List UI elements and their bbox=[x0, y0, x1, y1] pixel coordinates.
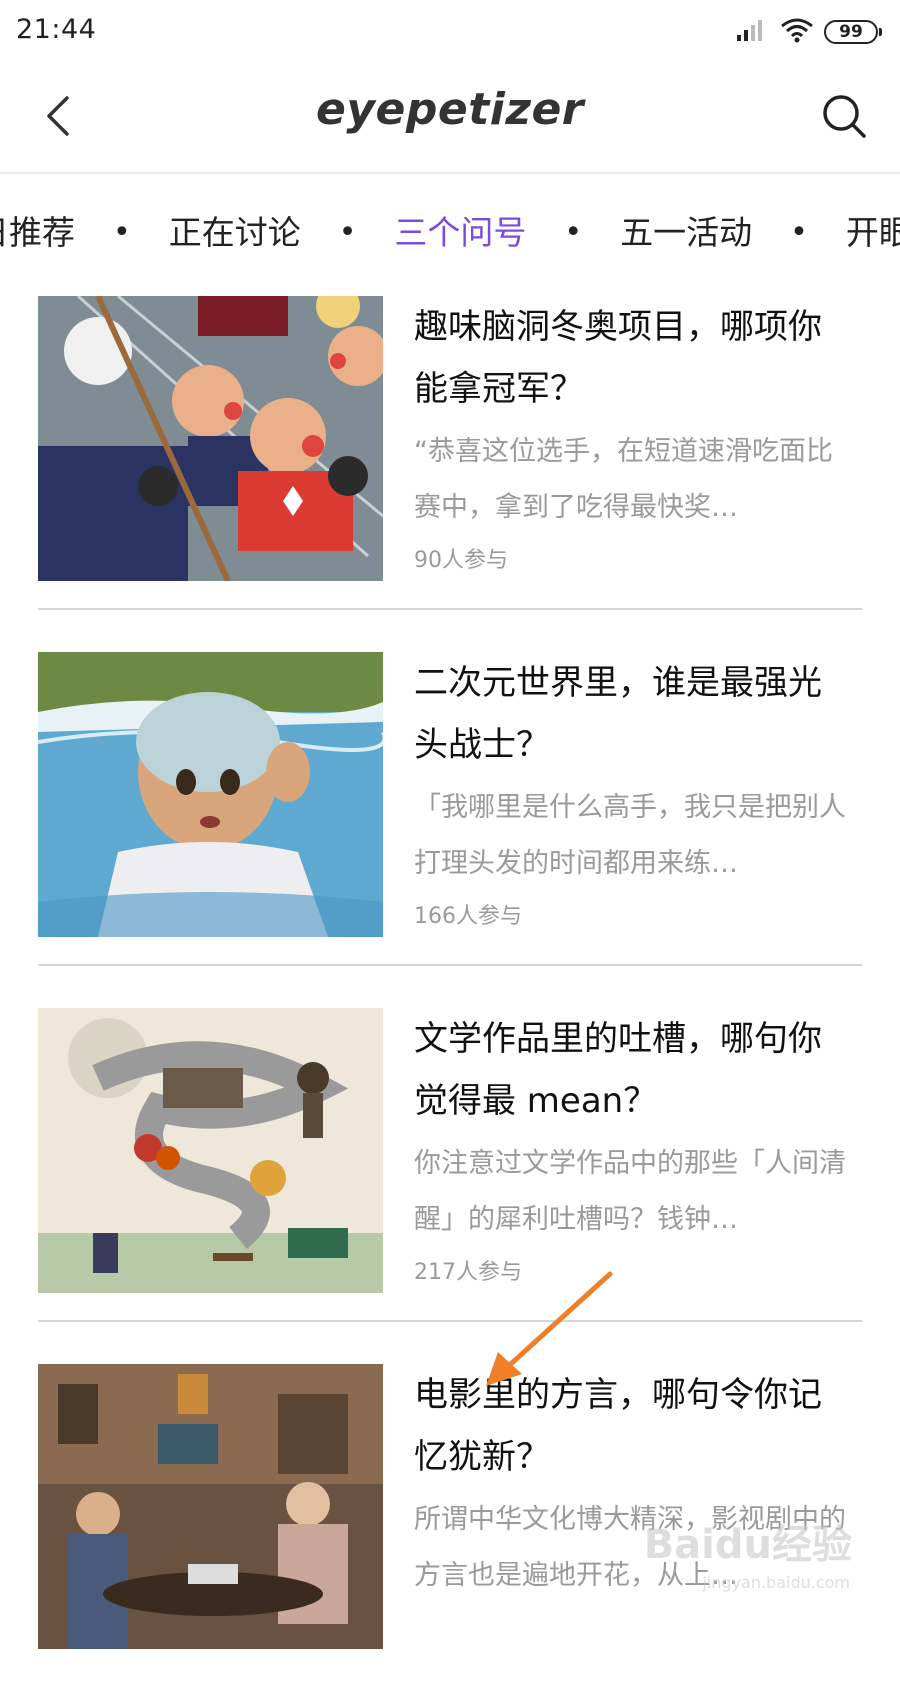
tab-separator: • bbox=[790, 215, 808, 250]
participant-count: 166人参与 bbox=[414, 904, 522, 929]
signal-icon bbox=[736, 17, 770, 47]
annotation-arrow-icon bbox=[486, 1271, 613, 1386]
search-icon bbox=[823, 95, 866, 138]
tab-separator: • bbox=[113, 215, 131, 250]
list-item[interactable]: 二次元世界里，谁是最强光头战士？ 「我哪里是什么高手，我只是把别人打理头发的时间… bbox=[38, 652, 862, 972]
tab-may-day[interactable]: 五一活动 bbox=[620, 208, 752, 258]
thumbnail-monk bbox=[38, 652, 383, 937]
app-logo: eyepetizer bbox=[316, 84, 584, 135]
divider bbox=[38, 964, 862, 966]
thumbnail-literature bbox=[38, 1008, 383, 1293]
item-description: “恭喜这位选手，在短道速滑吃面比赛中，拿到了吃得最快奖… bbox=[414, 436, 833, 523]
divider bbox=[38, 1320, 862, 1322]
item-title: 趣味脑洞冬奥项目，哪项你能拿冠军？ bbox=[414, 307, 822, 409]
participant-count: 90人参与 bbox=[414, 548, 508, 573]
search-button[interactable] bbox=[816, 88, 872, 144]
status-icons: 99 bbox=[736, 14, 882, 50]
status-time: 21:44 bbox=[16, 14, 97, 45]
item-title: 文学作品里的吐槽，哪句你觉得最 mean？ bbox=[414, 1019, 822, 1121]
thumbnail-dialect bbox=[38, 1364, 383, 1649]
status-bar: 21:44 99 bbox=[0, 0, 900, 62]
divider bbox=[38, 608, 862, 610]
tab-discussing[interactable]: 正在讨论 bbox=[169, 208, 301, 258]
item-description: 你注意过文学作品中的那些「人间清醒」的犀利吐槽吗？钱钟… bbox=[414, 1148, 846, 1235]
battery-icon: 99 bbox=[824, 20, 882, 44]
tab-separator: • bbox=[564, 215, 583, 250]
tabs-track: 日推荐 • 正在讨论 • 三个问号 • 五一活动 • 开眼 bbox=[0, 208, 900, 258]
list-item[interactable]: 文学作品里的吐槽，哪句你觉得最 mean？ 你注意过文学作品中的那些「人间清醒」… bbox=[38, 1008, 862, 1328]
thumbnail-olympics bbox=[38, 296, 383, 581]
item-description: 「我哪里是什么高手，我只是把别人打理头发的时间都用来练… bbox=[414, 792, 846, 879]
item-description: 所谓中华文化博大精深，影视剧中的方言也是遍地开花，从上… bbox=[414, 1504, 846, 1591]
item-title: 二次元世界里，谁是最强光头战士？ bbox=[414, 663, 822, 765]
header: eyepetizer bbox=[0, 62, 900, 174]
tab-separator: • bbox=[338, 215, 357, 250]
wifi-icon bbox=[780, 17, 814, 47]
list-item[interactable]: 趣味脑洞冬奥项目，哪项你能拿冠军？ “恭喜这位选手，在短道速滑吃面比赛中，拿到了… bbox=[38, 296, 862, 616]
battery-level: 99 bbox=[839, 22, 863, 42]
list-item[interactable]: 电影里的方言，哪句令你记忆犹新？ 所谓中华文化博大精深，影视剧中的方言也是遍地开… bbox=[38, 1364, 862, 1684]
tab-eyepetizer[interactable]: 开眼 bbox=[846, 208, 900, 258]
category-tabs: 日推荐 • 正在讨论 • 三个问号 • 五一活动 • 开眼 bbox=[0, 200, 900, 270]
tab-three-questions[interactable]: 三个问号 bbox=[394, 208, 526, 258]
tab-daily-recommend[interactable]: 日推荐 bbox=[0, 208, 75, 258]
